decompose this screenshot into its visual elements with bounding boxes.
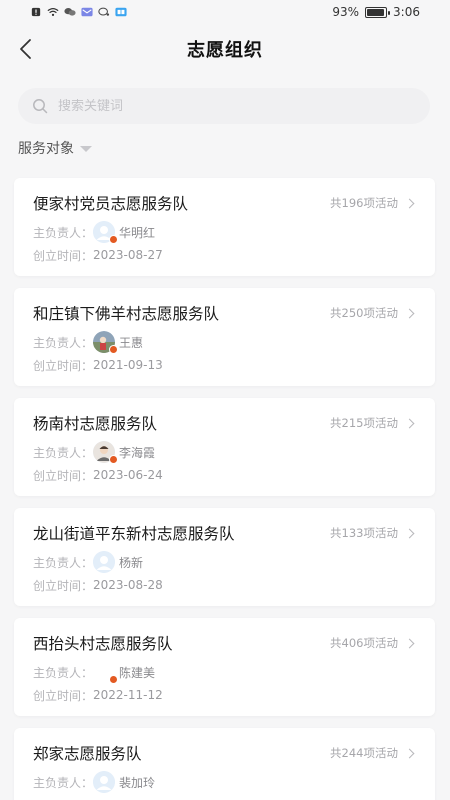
owner-row: 主负责人： 李海霞: [33, 441, 156, 464]
owner-name: 华明红: [119, 225, 156, 240]
date-row: 创立时间： 2023-06-24: [33, 466, 163, 484]
owner-name: 杨新: [119, 555, 144, 570]
caret-down-icon: [80, 146, 92, 152]
chevron-right-icon: [404, 748, 415, 758]
activity-count: 共244项活动: [330, 745, 415, 761]
created-label: 创立时间：: [33, 468, 94, 483]
created-label: 创立时间：: [33, 358, 94, 373]
activity-count-text: 共215项活动: [330, 416, 398, 430]
chevron-right-icon: [404, 638, 415, 648]
date-row: 创立时间： 2021-09-13: [33, 356, 163, 374]
owner-row: 主负责人： 华明红: [33, 221, 156, 244]
owner-label: 主负责人：: [33, 555, 94, 570]
created-date: 2022-11-12: [93, 688, 163, 702]
wifi-icon: [47, 7, 59, 17]
owner-row: 主负责人： 杨新: [33, 551, 143, 573]
avatar: [93, 221, 119, 244]
sim-alert-icon: [31, 7, 41, 17]
arrow-left-icon: [20, 39, 31, 59]
service-target-filter[interactable]: 服务对象: [18, 138, 92, 158]
organization-list: 便家村党员志愿服务队 共196项活动 主负责人： 华明红 创立时间： 2023-…: [14, 178, 435, 800]
owner-label: 主负责人：: [33, 335, 94, 350]
owner-row: 主负责人： 王惠: [33, 331, 144, 354]
activity-count-text: 共244项活动: [330, 746, 398, 760]
date-row: 创立时间： 2022-11-12: [33, 686, 163, 704]
organization-name: 便家村党员志愿服务队: [33, 195, 189, 213]
activity-count: 共215项活动: [330, 415, 415, 431]
date-row: 创立时间： 2023-08-27: [33, 246, 163, 264]
organization-name: 杨南村志愿服务队: [33, 415, 158, 433]
battery-fill: [367, 8, 384, 16]
page-title: 志愿组织: [187, 40, 263, 61]
battery-icon: [365, 6, 391, 18]
battery-percent: 93%: [332, 5, 360, 19]
organization-name: 和庄镇下佛羊村志愿服务队: [33, 305, 220, 323]
owner-name: 裴加玲: [119, 775, 156, 790]
created-date: 2023-08-27: [93, 248, 163, 262]
created-label: 创立时间：: [33, 688, 94, 703]
organization-card[interactable]: 和庄镇下佛羊村志愿服务队 共250项活动 主负责人： 王惠 创立时间： 2021…: [14, 288, 435, 386]
created-date: 2023-06-24: [93, 468, 163, 482]
default-avatar-icon: [93, 551, 116, 573]
owner-label: 主负责人：: [33, 775, 94, 790]
search-bar[interactable]: [18, 88, 430, 124]
status-bar: 93% 3:06: [0, 0, 450, 24]
wechat-icon: [64, 8, 76, 16]
volunteer-badge-icon: [109, 345, 119, 354]
owner-label: 主负责人：: [33, 225, 94, 240]
owner-name: 王惠: [119, 335, 144, 350]
volunteer-badge-icon: [109, 455, 119, 464]
clock: 3:06: [393, 5, 420, 19]
nav-bar: 志愿组织: [0, 24, 450, 74]
created-date: 2021-09-13: [93, 358, 163, 372]
created-date: 2023-08-28: [93, 578, 163, 592]
status-icons: [30, 7, 127, 17]
organization-name: 龙山街道平东新村志愿服务队: [33, 525, 235, 543]
avatar: [93, 551, 116, 573]
volunteer-badge-icon: [109, 675, 119, 684]
activity-count: 共250项活动: [330, 305, 415, 321]
owner-name: 李海霞: [119, 445, 156, 460]
search-input[interactable]: [58, 98, 398, 114]
chat-bubble-icon: [98, 7, 110, 16]
organization-card[interactable]: 西抬头村志愿服务队 共406项活动 主负责人： 陈建美 创立时间： 2022-1…: [14, 618, 435, 716]
organization-card[interactable]: 杨南村志愿服务队 共215项活动 主负责人： 李海霞 创立时间： 2023-06…: [14, 398, 435, 496]
organization-card[interactable]: 龙山街道平东新村志愿服务队 共133项活动 主负责人： 杨新 创立时间： 202…: [14, 508, 435, 606]
avatar: [93, 441, 119, 464]
filter-label: 服务对象: [18, 141, 74, 157]
activity-count-text: 共196项活动: [330, 196, 398, 210]
owner-row: 主负责人： 陈建美: [33, 661, 156, 684]
organization-name: 郑家志愿服务队: [33, 745, 142, 763]
date-row: 创立时间： 2023-08-28: [33, 576, 163, 594]
book-app-icon: [115, 7, 127, 17]
avatar: [93, 331, 119, 354]
status-right: 93% 3:06: [332, 5, 420, 19]
avatar: [93, 771, 116, 793]
avatar: [93, 661, 119, 684]
organization-card[interactable]: 便家村党员志愿服务队 共196项活动 主负责人： 华明红 创立时间： 2023-…: [14, 178, 435, 276]
created-label: 创立时间：: [33, 248, 94, 263]
owner-name: 陈建美: [119, 665, 156, 680]
organization-name: 西抬头村志愿服务队: [33, 635, 173, 653]
owner-row: 主负责人： 裴加玲: [33, 771, 155, 793]
search-icon: [33, 99, 48, 114]
default-avatar-icon: [93, 771, 116, 793]
activity-count: 共133项活动: [330, 525, 415, 541]
mail-icon: [81, 7, 93, 17]
owner-label: 主负责人：: [33, 665, 94, 680]
volunteer-badge-icon: [109, 235, 119, 244]
owner-label: 主负责人：: [33, 445, 94, 460]
activity-count-text: 共406项活动: [330, 636, 398, 650]
chevron-right-icon: [404, 308, 415, 318]
activity-count-text: 共133项活动: [330, 526, 398, 540]
chevron-right-icon: [404, 418, 415, 428]
created-label: 创立时间：: [33, 578, 94, 593]
chevron-right-icon: [404, 528, 415, 538]
activity-count-text: 共250项活动: [330, 306, 398, 320]
organization-card[interactable]: 郑家志愿服务队 共244项活动 主负责人： 裴加玲: [14, 728, 435, 800]
chevron-right-icon: [404, 198, 415, 208]
back-button[interactable]: [14, 36, 40, 62]
activity-count: 共196项活动: [330, 195, 415, 211]
activity-count: 共406项活动: [330, 635, 415, 651]
